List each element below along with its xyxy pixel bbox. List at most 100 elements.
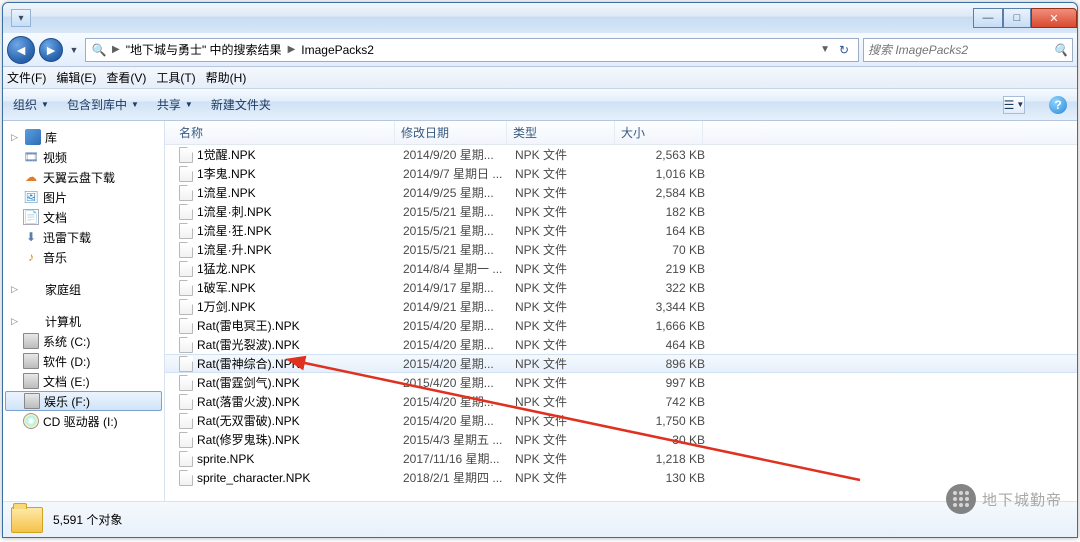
column-name[interactable]: 名称 (165, 121, 395, 144)
file-size: 2,563 KB (623, 148, 705, 162)
file-size: 464 KB (623, 338, 705, 352)
sidebar-item[interactable]: ♪音乐 (3, 247, 164, 267)
sidebar-item[interactable]: 📄文档 (3, 207, 164, 227)
sidebar-group-head[interactable]: ▷库 (3, 127, 164, 147)
sidebar-item[interactable]: 娱乐 (F:) (5, 391, 162, 411)
file-row[interactable]: 1流星·狂.NPK2015/5/21 星期...NPK 文件164 KB (165, 221, 1077, 240)
column-date[interactable]: 修改日期 (395, 121, 507, 144)
crumb-dropdown-icon[interactable]: ▼ (818, 44, 832, 55)
history-dropdown[interactable]: ▼ (67, 45, 81, 55)
menu-help[interactable]: 帮助(H) (206, 69, 247, 86)
column-headers: 名称 修改日期 类型 大小 (165, 121, 1077, 145)
file-icon (179, 185, 193, 201)
file-size: 219 KB (623, 262, 705, 276)
file-date: 2015/4/20 星期... (403, 336, 515, 353)
file-icon (179, 318, 193, 334)
file-row[interactable]: 1觉醒.NPK2014/9/20 星期...NPK 文件2,563 KB (165, 145, 1077, 164)
menu-tools[interactable]: 工具(T) (156, 69, 195, 86)
file-size: 322 KB (623, 281, 705, 295)
expand-icon[interactable]: ▷ (11, 316, 21, 327)
menu-edit[interactable]: 编辑(E) (56, 69, 96, 86)
file-row[interactable]: Rat(雷电冥王).NPK2015/4/20 星期...NPK 文件1,666 … (165, 316, 1077, 335)
file-row[interactable]: sprite_character.NPK2018/2/1 星期四 ...NPK … (165, 468, 1077, 487)
file-row[interactable]: Rat(雷神综合).NPK2015/4/20 星期...NPK 文件896 KB (165, 354, 1077, 373)
file-date: 2014/9/7 星期日 ... (403, 165, 515, 182)
file-row[interactable]: Rat(落雷火波).NPK2015/4/20 星期...NPK 文件742 KB (165, 392, 1077, 411)
search-input[interactable] (868, 43, 1053, 57)
file-row[interactable]: Rat(雷光裂波).NPK2015/4/20 星期...NPK 文件464 KB (165, 335, 1077, 354)
sidebar-group-head[interactable]: ▷计算机 (3, 311, 164, 331)
search-box[interactable]: 🔍 (863, 38, 1073, 62)
share-button[interactable]: 共享▼ (157, 96, 193, 113)
file-type: NPK 文件 (515, 222, 623, 239)
file-rows[interactable]: 1觉醒.NPK2014/9/20 星期...NPK 文件2,563 KB1李鬼.… (165, 145, 1077, 501)
group-icon (25, 313, 41, 329)
expand-icon[interactable]: ▷ (11, 132, 21, 143)
expand-icon[interactable]: ▷ (11, 284, 21, 295)
file-row[interactable]: 1李鬼.NPK2014/9/7 星期日 ...NPK 文件1,016 KB (165, 164, 1077, 183)
file-row[interactable]: sprite.NPK2017/11/16 星期...NPK 文件1,218 KB (165, 449, 1077, 468)
column-type[interactable]: 类型 (507, 121, 615, 144)
watermark-icon (946, 484, 976, 514)
file-row[interactable]: 1万剑.NPK2014/9/21 星期...NPK 文件3,344 KB (165, 297, 1077, 316)
back-button[interactable]: ◄ (7, 36, 35, 64)
item-label: 天翼云盘下载 (43, 169, 115, 186)
file-name: 1流星·刺.NPK (197, 203, 272, 220)
file-icon (179, 356, 193, 372)
sidebar-item[interactable]: 文档 (E:) (3, 371, 164, 391)
view-options-button[interactable]: ☰ ▼ (1003, 96, 1025, 114)
organize-button[interactable]: 组织▼ (13, 96, 49, 113)
file-size: 2,584 KB (623, 186, 705, 200)
group-label: 家庭组 (45, 281, 81, 298)
file-row[interactable]: 1流星·升.NPK2015/5/21 星期...NPK 文件70 KB (165, 240, 1077, 259)
file-size: 1,218 KB (623, 452, 705, 466)
forward-button[interactable]: ► (39, 38, 63, 62)
menu-file[interactable]: 文件(F) (7, 69, 46, 86)
menu-view[interactable]: 查看(V) (106, 69, 146, 86)
file-row[interactable]: 1流星·刺.NPK2015/5/21 星期...NPK 文件182 KB (165, 202, 1077, 221)
file-date: 2014/9/25 星期... (403, 184, 515, 201)
sidebar-item[interactable]: 软件 (D:) (3, 351, 164, 371)
file-date: 2017/11/16 星期... (403, 450, 515, 467)
sidebar-item[interactable]: ⬇迅雷下载 (3, 227, 164, 247)
item-label: 图片 (43, 189, 67, 206)
file-row[interactable]: Rat(无双雷破).NPK2015/4/20 星期...NPK 文件1,750 … (165, 411, 1077, 430)
new-folder-button[interactable]: 新建文件夹 (211, 96, 271, 113)
file-row[interactable]: 1猛龙.NPK2014/8/4 星期一 ...NPK 文件219 KB (165, 259, 1077, 278)
file-row[interactable]: Rat(修罗鬼珠).NPK2015/4/3 星期五 ...NPK 文件30 KB (165, 430, 1077, 449)
file-icon (179, 223, 193, 239)
minimize-button[interactable]: — (973, 8, 1003, 28)
crumb-segment[interactable]: ImagePacks2 (297, 43, 378, 57)
refresh-icon[interactable]: ↻ (832, 43, 856, 57)
file-type: NPK 文件 (515, 431, 623, 448)
file-type: NPK 文件 (515, 317, 623, 334)
help-icon[interactable]: ? (1049, 96, 1067, 114)
sidebar-item[interactable]: 系统 (C:) (3, 331, 164, 351)
file-type: NPK 文件 (515, 336, 623, 353)
item-label: 迅雷下载 (43, 229, 91, 246)
column-size[interactable]: 大小 (615, 121, 703, 144)
file-size: 896 KB (623, 357, 705, 371)
sidebar-item[interactable]: CD 驱动器 (I:) (3, 411, 164, 431)
item-icon: ♪ (23, 249, 39, 265)
file-icon (179, 261, 193, 277)
sidebar-item[interactable]: ☁天翼云盘下载 (3, 167, 164, 187)
file-row[interactable]: 1流星.NPK2014/9/25 星期...NPK 文件2,584 KB (165, 183, 1077, 202)
nav-pane[interactable]: ▷库🎞视频☁天翼云盘下载🖼图片📄文档⬇迅雷下载♪音乐 ▷ 家庭组 ▷计算机系统 (C:… (3, 121, 165, 501)
file-icon (179, 147, 193, 163)
sidebar-item[interactable]: 🎞视频 (3, 147, 164, 167)
sidebar-item[interactable]: 🖼图片 (3, 187, 164, 207)
maximize-button[interactable]: □ (1003, 8, 1031, 28)
file-row[interactable]: 1破军.NPK2014/9/17 星期...NPK 文件322 KB (165, 278, 1077, 297)
search-icon[interactable]: 🔍 (1053, 43, 1068, 57)
file-date: 2014/9/20 星期... (403, 146, 515, 163)
item-label: 软件 (D:) (43, 353, 90, 370)
crumb-segment[interactable]: "地下城与勇士" 中的搜索结果 (122, 41, 286, 58)
breadcrumb[interactable]: 🔍 ▶ "地下城与勇士" 中的搜索结果 ▶ ImagePacks2 ▼ ↻ (85, 38, 859, 62)
close-button[interactable]: ✕ (1031, 8, 1077, 28)
sidebar-group-head[interactable]: ▷ 家庭组 (3, 279, 164, 299)
expand-ribbon-button[interactable]: ▾ (11, 9, 31, 27)
file-row[interactable]: Rat(雷霆剑气).NPK2015/4/20 星期...NPK 文件997 KB (165, 373, 1077, 392)
title-bar[interactable]: ▾ — □ ✕ (3, 3, 1077, 33)
include-library-button[interactable]: 包含到库中▼ (67, 96, 139, 113)
